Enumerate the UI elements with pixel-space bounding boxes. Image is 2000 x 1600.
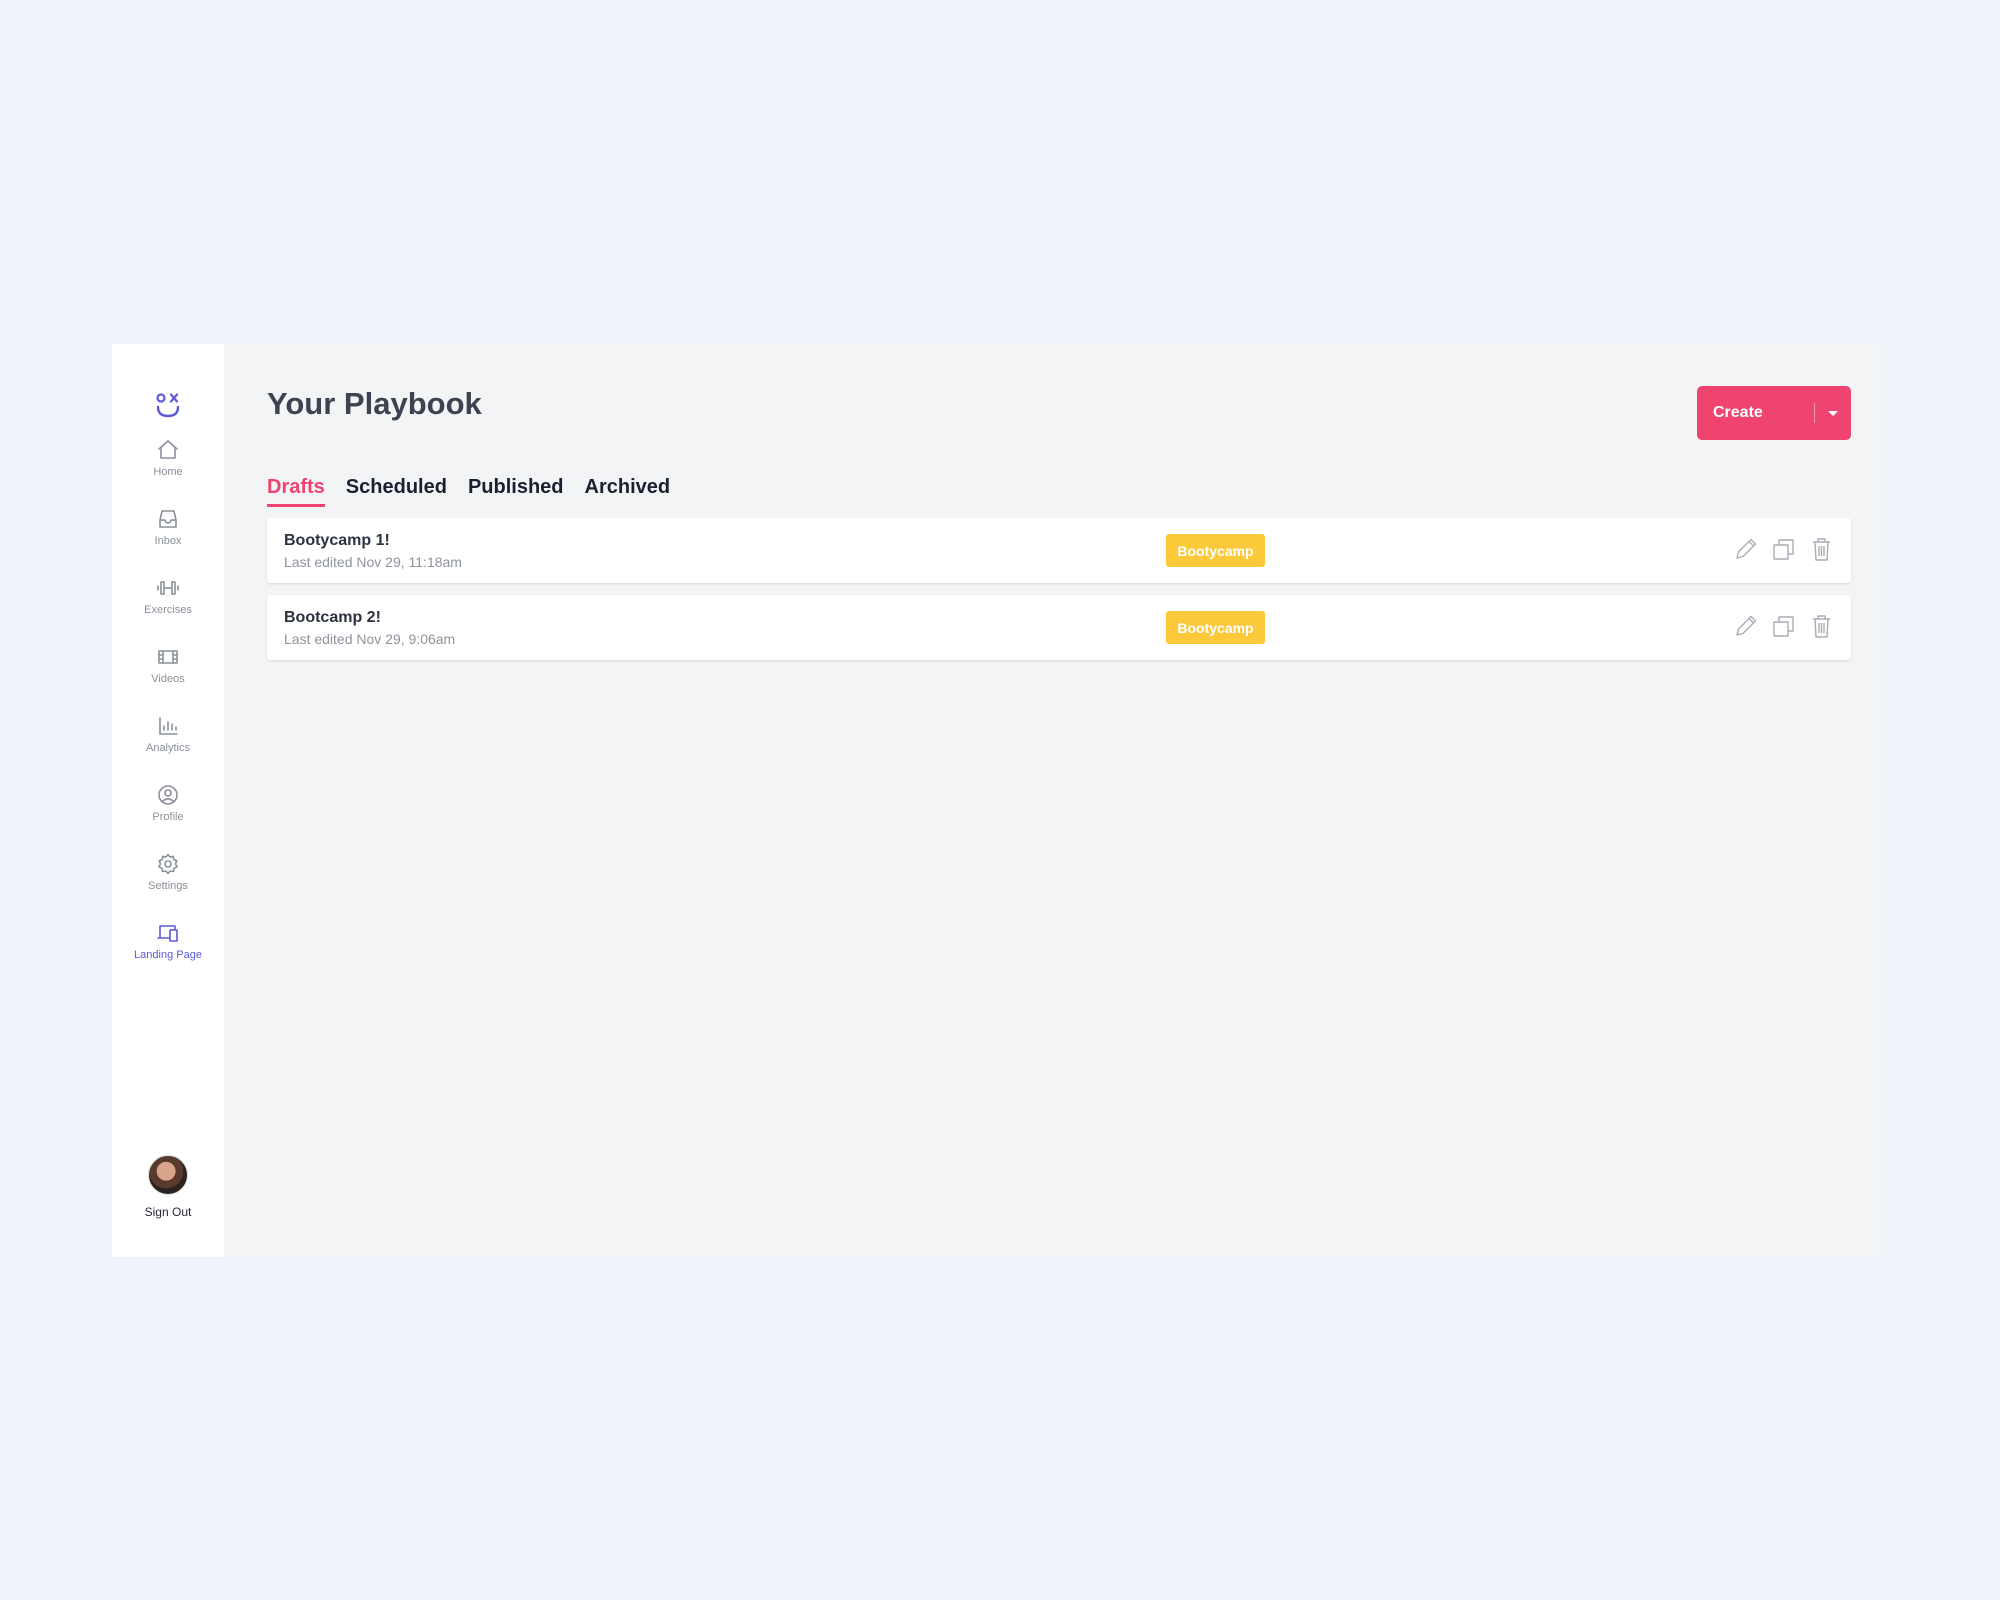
sidebar-item-profile[interactable]: Profile [118, 779, 218, 848]
trash-icon[interactable] [1808, 613, 1835, 640]
row-text: Bootycamp 1! Last edited Nov 29, 11:18am [267, 532, 462, 570]
tab-drafts[interactable]: Drafts [267, 476, 325, 507]
category-tag: Bootycamp [1166, 534, 1265, 567]
sidebar-item-label: Analytics [145, 742, 191, 754]
sidebar-item-inbox[interactable]: Inbox [118, 503, 218, 572]
edit-pencil-icon[interactable] [1732, 613, 1759, 640]
duplicate-icon[interactable] [1770, 613, 1797, 640]
row-subtitle: Last edited Nov 29, 9:06am [284, 630, 456, 647]
sidebar: Home Inbox Exercises Videos Analytics Pr… [112, 344, 224, 1257]
tab-bar: Drafts Scheduled Published Archived [267, 476, 670, 507]
film-icon [158, 650, 178, 664]
trash-icon[interactable] [1808, 536, 1835, 563]
row-text: Bootcamp 2! Last edited Nov 29, 9:06am [267, 609, 455, 647]
gear-icon [158, 853, 178, 875]
row-actions [1732, 613, 1835, 640]
sign-out-button[interactable]: Sign Out [112, 1155, 224, 1219]
sidebar-item-label: Landing Page [134, 949, 202, 961]
sidebar-item-settings[interactable]: Settings [118, 848, 218, 917]
row-title: Bootcamp 2! [284, 608, 381, 626]
app-shell: Home Inbox Exercises Videos Analytics Pr… [112, 344, 1885, 1257]
sidebar-item-label: Profile [152, 811, 184, 823]
tab-archived[interactable]: Archived [585, 476, 671, 507]
sidebar-item-label: Videos [151, 673, 185, 685]
inbox-icon [159, 510, 177, 528]
create-button-label: Create [1713, 404, 1763, 421]
main-content: Your Playbook Create Drafts Scheduled Pu… [224, 344, 1885, 1257]
home-icon [158, 440, 178, 459]
sidebar-item-label: Home [153, 466, 183, 478]
tab-published[interactable]: Published [468, 476, 564, 507]
duplicate-icon[interactable] [1770, 536, 1797, 563]
sidebar-nav: Home Inbox Exercises Videos Analytics Pr… [118, 434, 218, 986]
edit-pencil-icon[interactable] [1732, 536, 1759, 563]
sidebar-item-label: Exercises [144, 604, 192, 616]
sidebar-item-analytics[interactable]: Analytics [118, 710, 218, 779]
tab-scheduled[interactable]: Scheduled [346, 476, 447, 507]
sidebar-item-home[interactable]: Home [118, 434, 218, 503]
playbook-list: Bootycamp 1! Last edited Nov 29, 11:18am… [267, 518, 1851, 672]
list-item[interactable]: Bootcamp 2! Last edited Nov 29, 9:06am B… [267, 595, 1851, 660]
sign-out-label: Sign Out [144, 1205, 192, 1219]
dumbbell-icon [157, 581, 179, 595]
bar-chart-icon [159, 717, 178, 735]
devices-icon [157, 925, 178, 942]
create-button[interactable]: Create [1697, 386, 1851, 440]
category-tag: Bootycamp [1166, 611, 1265, 644]
sidebar-item-label: Inbox [154, 535, 182, 547]
user-circle-icon [158, 785, 178, 805]
logo-icon[interactable] [153, 390, 183, 420]
sidebar-item-exercises[interactable]: Exercises [118, 572, 218, 641]
list-item[interactable]: Bootycamp 1! Last edited Nov 29, 11:18am… [267, 518, 1851, 583]
sidebar-item-label: Settings [148, 880, 188, 892]
row-subtitle: Last edited Nov 29, 11:18am [284, 553, 462, 570]
avatar [148, 1155, 188, 1195]
page-title: Your Playbook [267, 386, 482, 421]
sidebar-item-videos[interactable]: Videos [118, 641, 218, 710]
row-title: Bootycamp 1! [284, 531, 390, 549]
sidebar-item-landing-page[interactable]: Landing Page [118, 917, 218, 986]
row-actions [1732, 536, 1835, 563]
chevron-down-icon[interactable] [1815, 410, 1851, 416]
